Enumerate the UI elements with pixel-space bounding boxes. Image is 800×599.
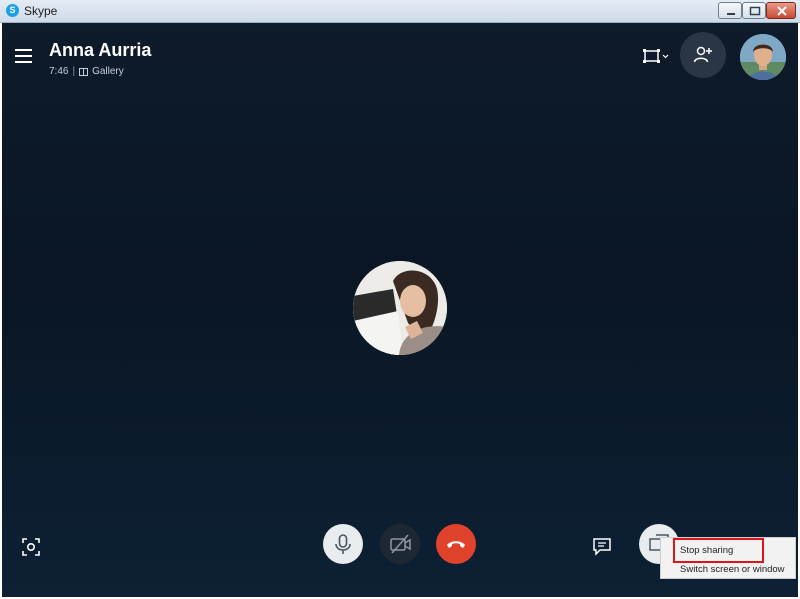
add-participant-button[interactable] bbox=[680, 32, 726, 78]
call-view: Anna Aurria 7:46 | Gallery bbox=[2, 23, 798, 597]
hang-up-button[interactable] bbox=[436, 524, 476, 564]
switch-screen-menu-item[interactable]: Switch screen or window bbox=[661, 560, 795, 579]
maximize-icon bbox=[749, 6, 761, 16]
add-person-icon bbox=[693, 46, 712, 63]
microphone-button[interactable] bbox=[323, 524, 363, 564]
chat-icon[interactable] bbox=[591, 535, 613, 557]
share-context-menu: Stop sharing Switch screen or window bbox=[660, 537, 796, 579]
contact-name: Anna Aurria bbox=[49, 40, 152, 60]
microphone-icon bbox=[335, 534, 351, 554]
close-button[interactable] bbox=[766, 2, 796, 19]
call-info: 7:46 | Gallery bbox=[49, 66, 124, 77]
window-title: Skype bbox=[24, 4, 58, 18]
maximize-button[interactable] bbox=[742, 2, 766, 19]
call-duration: 7:46 bbox=[49, 66, 69, 77]
hamburger-menu-icon[interactable] bbox=[14, 47, 34, 65]
skype-logo-icon: S bbox=[6, 4, 19, 17]
window-titlebar: S Skype bbox=[0, 0, 800, 23]
minimize-icon bbox=[727, 13, 735, 15]
view-mode[interactable]: Gallery bbox=[92, 66, 124, 77]
self-avatar[interactable] bbox=[740, 34, 786, 80]
close-icon bbox=[777, 6, 787, 16]
stop-sharing-menu-item[interactable]: Stop sharing bbox=[661, 541, 795, 560]
minimize-button[interactable] bbox=[718, 2, 742, 19]
caller-avatar bbox=[353, 261, 447, 355]
gallery-icon bbox=[79, 67, 89, 76]
hang-up-icon bbox=[447, 541, 465, 548]
video-off-icon bbox=[390, 534, 411, 554]
separator: | bbox=[72, 66, 76, 77]
layout-switch-icon[interactable] bbox=[638, 45, 674, 67]
snapshot-icon[interactable] bbox=[20, 536, 42, 558]
video-toggle-button[interactable] bbox=[380, 524, 420, 564]
